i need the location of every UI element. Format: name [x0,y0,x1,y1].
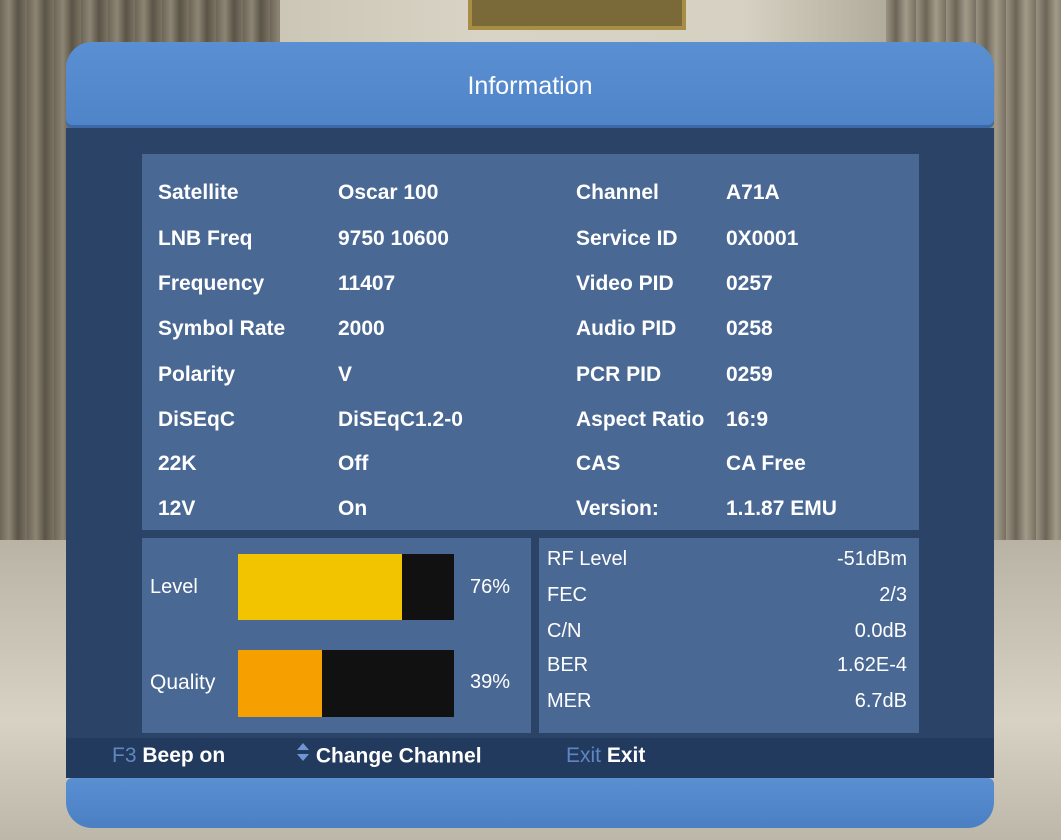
channel-info-panel: Satellite Oscar 100 LNB Freq 9750 10600 … [142,154,919,530]
information-dialog: Information Satellite Oscar 100 LNB Freq… [66,42,994,832]
polarity-value: V [338,363,353,386]
satellite-value: Oscar 100 [338,181,439,204]
mer-value: 6.7dB [854,690,907,712]
cas-value: CA Free [726,452,806,475]
fec-value: 2/3 [879,584,907,606]
channel-value: A71A [726,181,780,204]
diseqc-label: DiSEqC [158,408,236,431]
f3-key: F3 [112,744,137,767]
pcr-pid-value: 0259 [726,363,773,386]
quality-bar [238,650,454,717]
service-id-label: Service ID [576,227,678,250]
audio-pid-value: 0258 [726,317,773,340]
rf-level-value: -51dBm [836,548,907,570]
22k-label: 22K [158,452,197,475]
cn-label: C/N [547,620,582,642]
lnb-freq-value: 9750 10600 [338,227,449,250]
dialog-header: Information [66,42,994,128]
22k-value: Off [338,452,369,475]
quality-bar-fill [238,650,323,717]
service-id-value: 0X0001 [726,227,799,250]
ber-value: 1.62E-4 [836,654,907,676]
pcr-pid-label: PCR PID [576,363,662,386]
12v-value: On [338,497,368,520]
dialog-bottom-bar [66,778,994,828]
video-pid-label: Video PID [576,272,674,295]
quality-percent: 39% [470,671,511,693]
change-channel-hint[interactable]: Change Channel [296,742,482,770]
rf-stats-panel: RF Level -51dBm FEC 2/3 C/N 0.0dB BER 1.… [539,538,919,733]
level-percent: 76% [470,576,511,598]
ber-label: BER [547,654,589,676]
mer-label: MER [547,690,592,712]
aspect-ratio-label: Aspect Ratio [576,408,705,431]
symbol-rate-label: Symbol Rate [158,317,286,340]
picture-frame [468,0,686,30]
page-title: Information [467,72,593,100]
frequency-value: 11407 [338,272,396,295]
version-label: Version: [576,497,659,520]
cas-label: CAS [576,452,621,475]
exit-hint[interactable]: Exit Exit [566,744,645,768]
fec-label: FEC [547,584,587,606]
version-value: 1.1.87 EMU [726,497,837,520]
quality-label: Quality [150,671,216,694]
up-down-arrows-icon [296,742,310,768]
symbol-rate-value: 2000 [338,317,385,340]
footer-hint-bar: F3 Beep on Change Channel Exit Exit [66,738,994,778]
video-pid-value: 0257 [726,272,773,295]
change-channel-label: Change Channel [315,744,482,768]
level-label: Level [150,576,198,598]
lnb-freq-label: LNB Freq [158,227,253,250]
audio-pid-label: Audio PID [576,317,677,340]
satellite-label: Satellite [158,181,239,204]
frequency-label: Frequency [158,272,265,295]
diseqc-value: DiSEqC1.2-0 [338,408,463,431]
cn-value: 0.0dB [854,620,907,642]
channel-label: Channel [576,181,659,204]
exit-label: Exit [606,744,646,767]
exit-key: Exit [566,744,602,767]
level-bar [238,554,454,620]
dialog-body: Satellite Oscar 100 LNB Freq 9750 10600 … [66,128,994,738]
signal-panel: Level 76% Quality 39% [142,538,531,733]
beep-hint[interactable]: F3 Beep on [112,744,225,768]
aspect-ratio-value: 16:9 [726,408,769,431]
beep-hint-label: Beep on [142,744,226,767]
12v-label: 12V [158,497,196,520]
level-bar-fill [238,554,403,620]
polarity-label: Polarity [158,363,236,386]
rf-level-label: RF Level [547,548,628,570]
